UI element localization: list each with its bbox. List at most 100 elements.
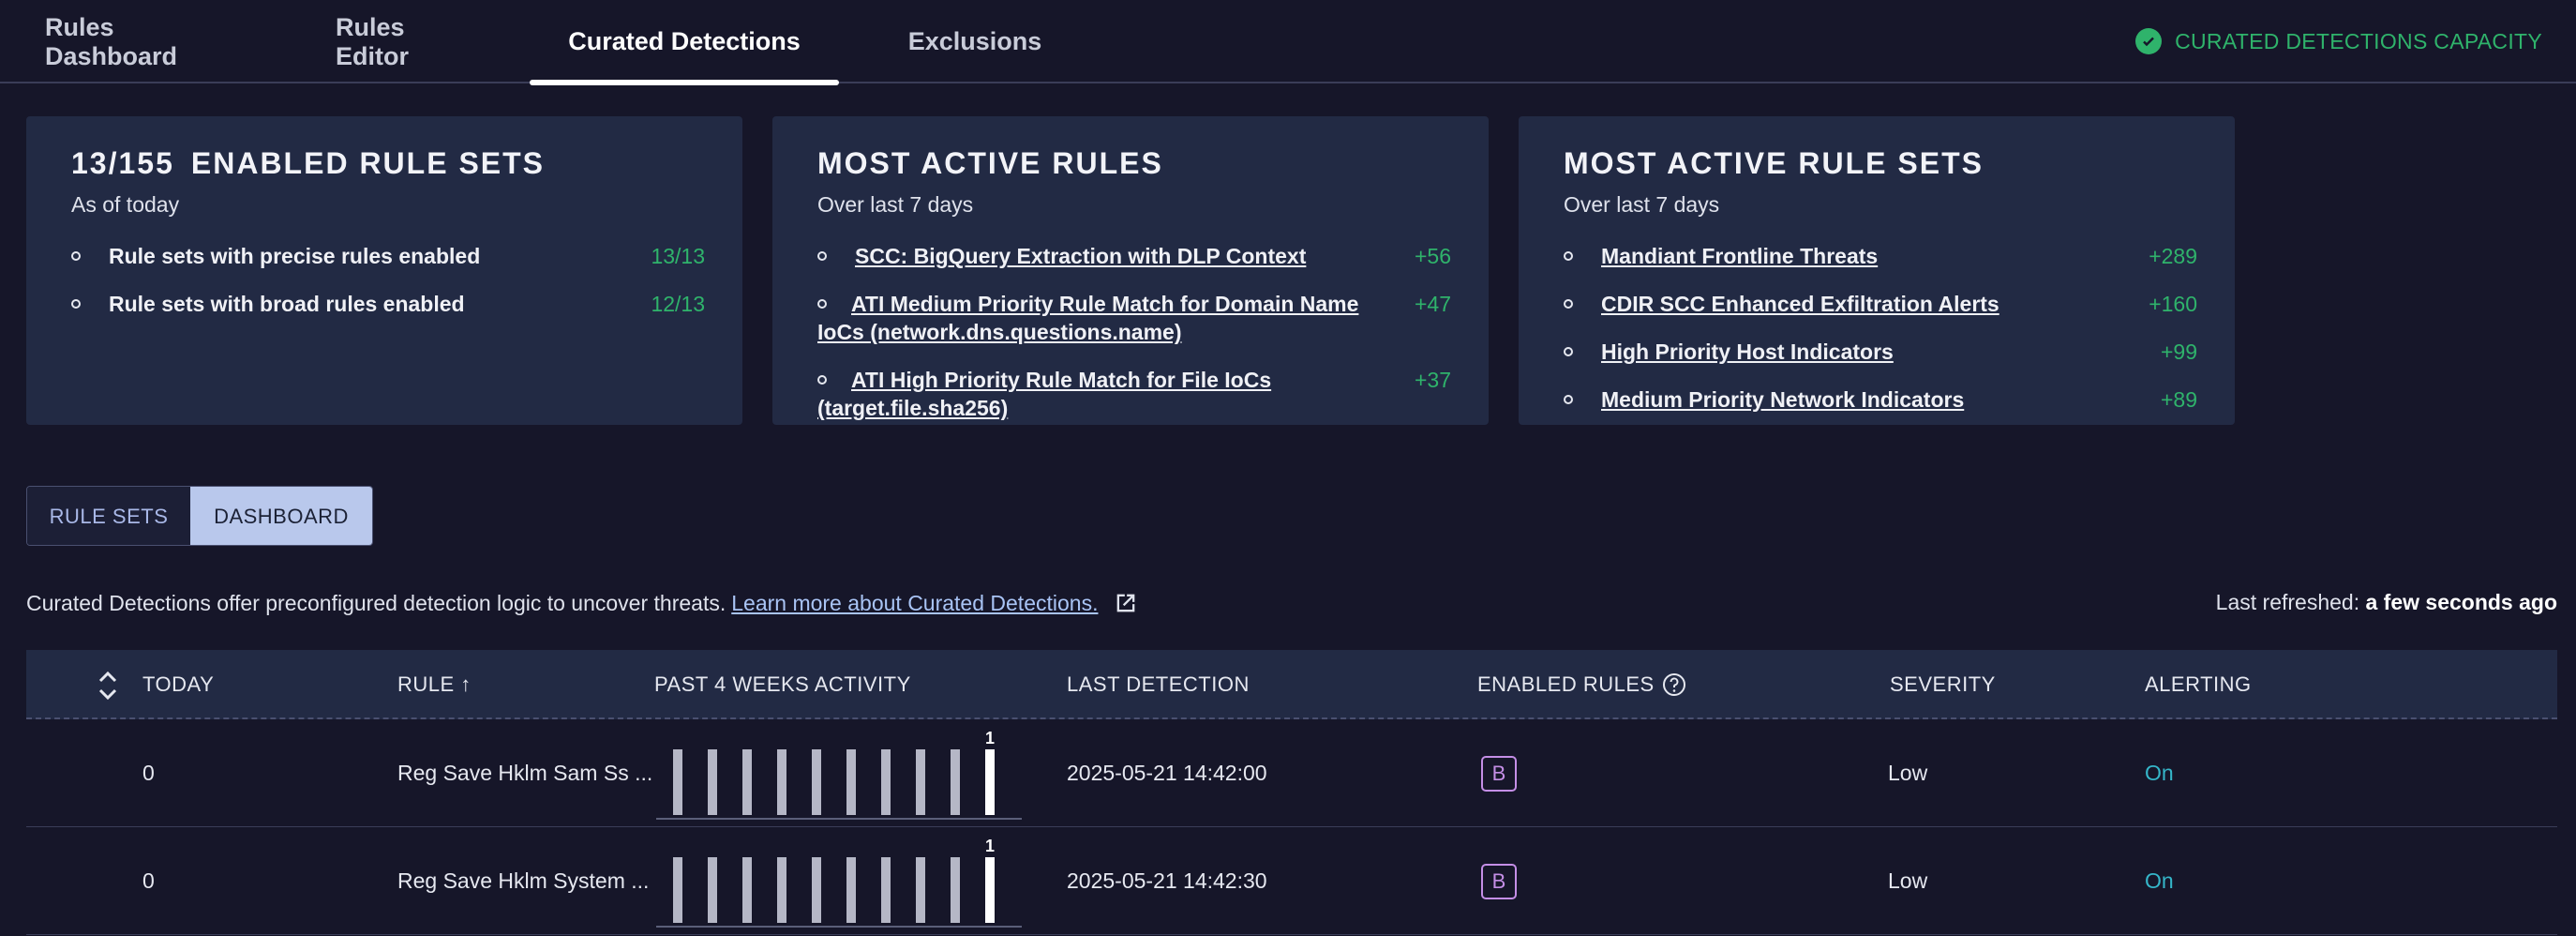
tab-rules-editor[interactable]: Rules Editor: [336, 0, 478, 83]
activity-bar: [777, 749, 786, 815]
dashboard-toggle-button[interactable]: DASHBOARD: [190, 487, 372, 545]
card-title-text: ENABLED RULE SETS: [190, 146, 546, 180]
table-row[interactable]: 0 Reg Save Hklm Sam Ss ... 1 2025-05-21 …: [26, 719, 2557, 827]
rule-link[interactable]: SCC: BigQuery Extraction with DLP Contex…: [855, 244, 1306, 268]
list-item: High Priority Host Indicators +99: [1564, 338, 2197, 366]
rule-sets-toggle-button[interactable]: RULE SETS: [27, 487, 190, 545]
list-item: Mandiant Frontline Threats +289: [1564, 242, 2197, 270]
item-value: 12/13: [651, 292, 705, 316]
header-rule[interactable]: RULE ↑: [397, 650, 472, 719]
sort-icon[interactable]: [97, 669, 118, 702]
last-detection: 2025-05-21 14:42:00: [1067, 761, 1267, 785]
alerting-status[interactable]: On: [2145, 827, 2174, 935]
list-item: Rule sets with precise rules enabled 13/1…: [71, 242, 705, 270]
item-value: +37: [1414, 368, 1451, 392]
activity-bar: [881, 749, 891, 815]
activity-bar: [846, 857, 856, 923]
rule-set-link[interactable]: CDIR SCC Enhanced Exfiltration Alerts: [1601, 292, 1999, 316]
item-value: +47: [1414, 292, 1451, 316]
card-subtitle: Over last 7 days: [1564, 192, 1720, 217]
list-item: ATI High Priority Rule Match for File Io…: [817, 366, 1451, 422]
capacity-status[interactable]: CURATED DETECTIONS CAPACITY: [2135, 23, 2542, 60]
last-refreshed: Last refreshed: a few seconds ago: [2216, 590, 2557, 615]
activity-bar: [673, 749, 682, 815]
learn-more-link[interactable]: Learn more about Curated Detections.: [731, 591, 1098, 616]
severity: Low: [1888, 761, 1928, 785]
rule-name[interactable]: Reg Save Hklm System ...: [397, 827, 649, 935]
enabled-rule-sets-card: 13/155 ENABLED RULE SETS As of today Rule…: [26, 116, 742, 425]
list-item: ATI Medium Priority Rule Match for Domai…: [817, 290, 1451, 346]
item-value: +99: [2160, 340, 2197, 364]
most-active-rules-card: MOST ACTIVE RULES Over last 7 days SCC: …: [772, 116, 1489, 425]
activity-bar: [742, 857, 752, 923]
activity-bar: [812, 857, 821, 923]
header-enabled-rules[interactable]: ENABLED RULES: [1477, 650, 1686, 719]
activity-bar: [846, 749, 856, 815]
header-alerting[interactable]: ALERTING: [2145, 650, 2252, 719]
broad-rule-badge: B: [1481, 755, 1517, 792]
card-subtitle: Over last 7 days: [817, 192, 974, 217]
item-value: 13/13: [651, 244, 705, 268]
card-title: MOST ACTIVE RULE SETS: [1564, 146, 1984, 180]
activity-bar: [708, 857, 717, 923]
list-item: CDIR SCC Enhanced Exfiltration Alerts +16…: [1564, 290, 2197, 318]
info-text: Curated Detections offer preconfigured d…: [26, 590, 726, 615]
activity-bar: [742, 749, 752, 815]
list-item: Medium Priority Network Indicators +89: [1564, 385, 2197, 414]
rule-link[interactable]: ATI High Priority Rule Match for File Io…: [817, 368, 1271, 420]
rule-set-link[interactable]: High Priority Host Indicators: [1601, 340, 1894, 364]
item-label: Rule sets with precise rules enabled: [109, 244, 481, 268]
activity-bar: [916, 857, 925, 923]
activity-peak-label: 1: [985, 838, 995, 855]
last-detection: 2025-05-21 14:42:30: [1067, 868, 1267, 893]
external-link-icon[interactable]: [1113, 590, 1139, 616]
help-icon[interactable]: [1662, 672, 1686, 697]
severity: Low: [1888, 868, 1928, 893]
activity-bar: [812, 749, 821, 815]
rule-link[interactable]: ATI Medium Priority Rule Match for Domai…: [817, 292, 1358, 344]
most-active-rule-sets-card: MOST ACTIVE RULE SETS Over last 7 days M…: [1519, 116, 2235, 425]
alerting-status[interactable]: On: [2145, 719, 2174, 827]
list-item: Rule sets with broad rules enabled 12/13: [71, 290, 705, 318]
header-enabled-rules-label: ENABLED RULES: [1477, 672, 1655, 696]
tab-exclusions[interactable]: Exclusions: [891, 0, 1059, 83]
table-row[interactable]: 0 Reg Save Hklm System ... 1 2025-05-21 …: [26, 827, 2557, 935]
check-circle-icon: [2135, 28, 2163, 54]
tab-rules-dashboard[interactable]: Rules Dashboard: [45, 0, 242, 83]
activity-bar: [708, 749, 717, 815]
tab-curated-detections[interactable]: Curated Detections: [530, 0, 839, 85]
rule-name[interactable]: Reg Save Hklm Sam Ss ...: [397, 719, 652, 827]
activity-bar: [777, 857, 786, 923]
info-line: Curated Detections offer preconfigured d…: [26, 590, 1139, 616]
activity-bar: [951, 749, 960, 815]
activity-bar: [951, 857, 960, 923]
activity-sparkline: 1: [656, 731, 1022, 820]
today-count: 0: [142, 868, 155, 893]
activity-sparkline: 1: [656, 838, 1022, 928]
refreshed-label: Last refreshed:: [2215, 590, 2360, 614]
rule-set-link[interactable]: Mandiant Frontline Threats: [1601, 244, 1878, 268]
header-last-detection[interactable]: LAST DETECTION: [1067, 650, 1250, 719]
header-severity[interactable]: SEVERITY: [1890, 650, 1996, 719]
top-nav: Rules Dashboard Rules Editor Curated Det…: [0, 0, 2576, 85]
view-toggle: RULE SETS DASHBOARD: [26, 486, 373, 546]
activity-bar: [673, 857, 682, 923]
activity-bar: [916, 749, 925, 815]
enabled-count: 13/155: [71, 146, 174, 180]
header-activity: PAST 4 WEEKS ACTIVITY: [654, 672, 911, 696]
item-value: +289: [2149, 244, 2197, 268]
activity-peak-label: 1: [985, 731, 995, 747]
capacity-label: CURATED DETECTIONS CAPACITY: [2175, 28, 2542, 53]
rule-set-link[interactable]: Medium Priority Network Indicators: [1601, 387, 1964, 412]
item-value: +160: [2149, 292, 2197, 316]
item-value: +89: [2160, 387, 2197, 412]
rules-table: TODAY RULE ↑ PAST 4 WEEKS ACTIVITY LAST …: [26, 650, 2557, 935]
today-count: 0: [142, 761, 155, 785]
activity-bar: [985, 749, 995, 815]
activity-bar: [985, 857, 995, 923]
refreshed-value: a few seconds ago: [2365, 590, 2557, 614]
item-value: +56: [1414, 244, 1451, 268]
card-subtitle: As of today: [71, 192, 180, 217]
header-today[interactable]: TODAY: [142, 650, 214, 719]
activity-bar: [881, 857, 891, 923]
